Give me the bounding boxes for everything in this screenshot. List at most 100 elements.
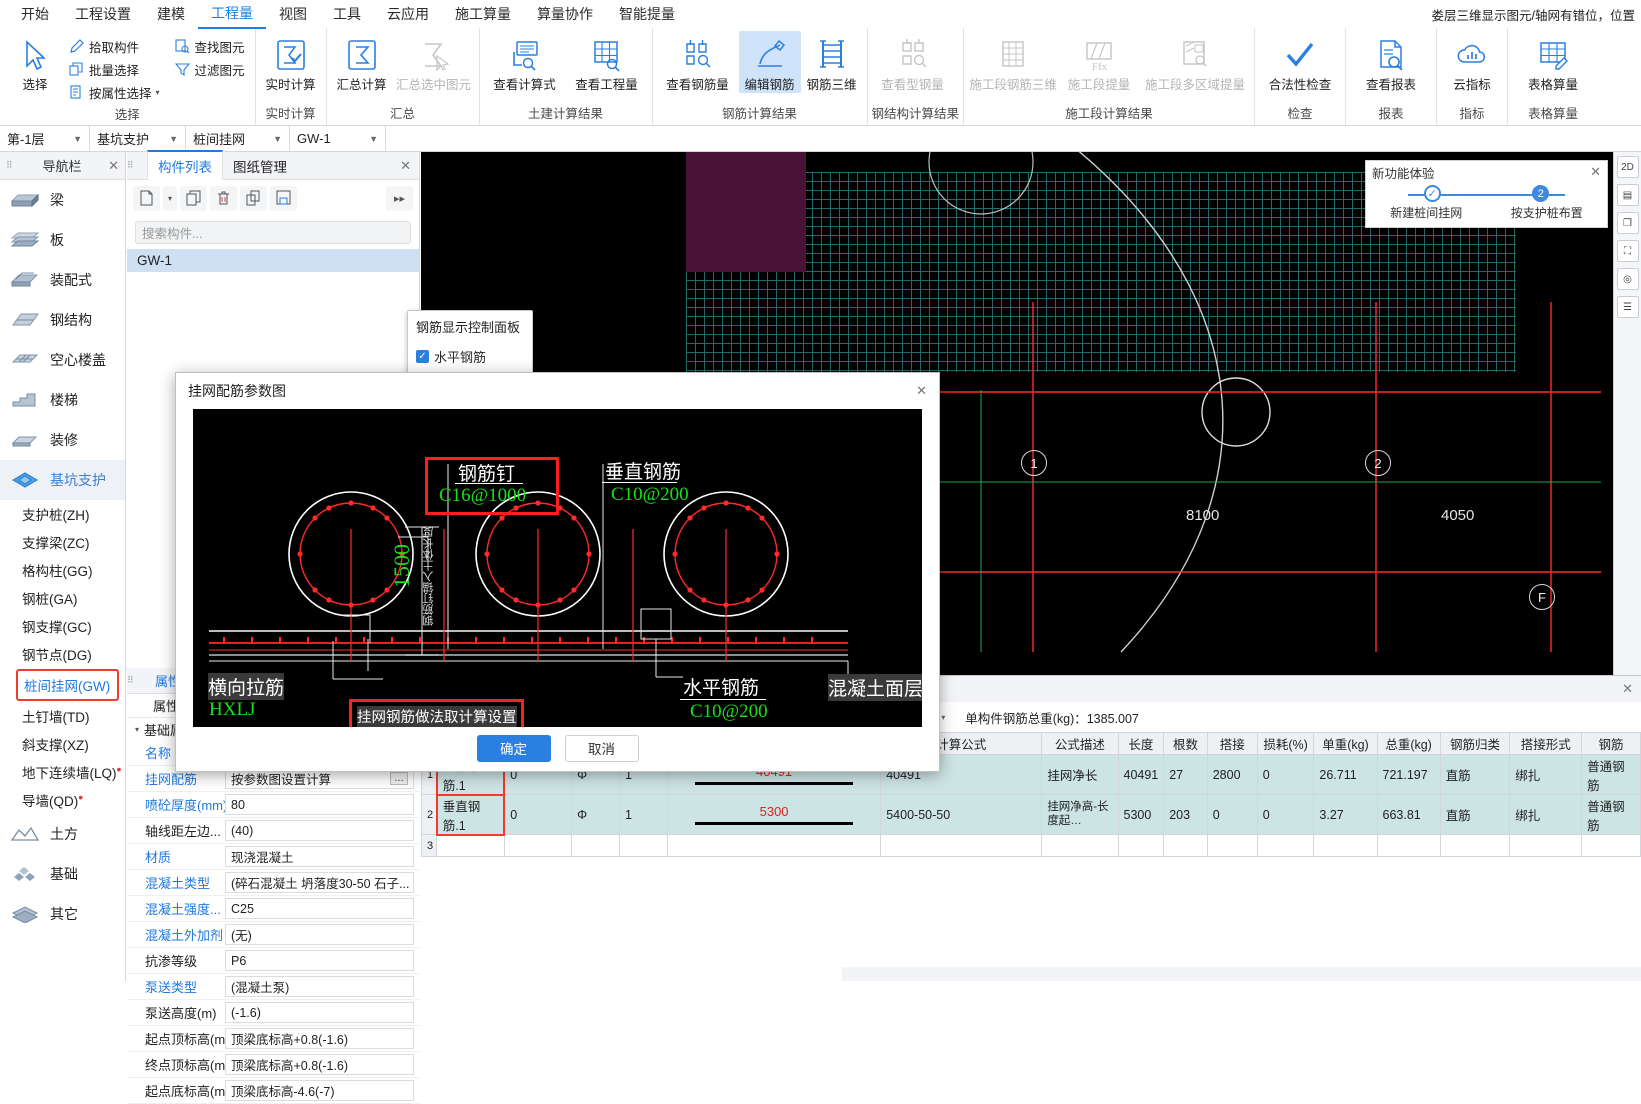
property-value[interactable]: 顶梁底标高-4.6(-7) [225, 1080, 414, 1101]
nav-item-decoration[interactable]: 装修 [0, 420, 125, 460]
cell-empty[interactable] [1206, 834, 1258, 857]
nav-subitem-gw[interactable]: 桩间挂网(GW) [16, 669, 119, 701]
cell-empty[interactable] [1041, 834, 1119, 857]
cell-rebar[interactable]: 普通钢筋 [1581, 754, 1641, 795]
cell-shape-no[interactable]: 1 [619, 794, 668, 835]
nav-item-foundation[interactable]: 基础 [0, 854, 125, 894]
cell-length[interactable]: 40491 [1117, 754, 1165, 795]
cell-empty[interactable] [1163, 834, 1208, 857]
nav-item-slab[interactable]: 板 [0, 220, 125, 260]
list-item[interactable]: GW-1 [127, 249, 419, 272]
property-value[interactable]: (混凝土泵) [225, 976, 414, 997]
col-header-rebar[interactable]: 钢筋 [1581, 732, 1641, 755]
new-component-dropdown[interactable]: ▾ [163, 185, 177, 211]
nav-item-beam[interactable]: 梁 [0, 180, 125, 220]
cell-empty[interactable] [880, 834, 1043, 857]
cell-unit-weight[interactable]: 3.27 [1313, 794, 1378, 835]
cell-empty[interactable] [1376, 834, 1441, 857]
menu-item-collaboration[interactable]: 算量协作 [524, 0, 606, 28]
summary-calc-button[interactable]: 汇总计算 [331, 31, 393, 93]
dock-copy-icon[interactable]: ❐ [1616, 212, 1639, 234]
nav-subitem-zc[interactable]: 支撑梁(ZC) [0, 528, 125, 556]
search-input[interactable]: 搜索构件... [135, 221, 411, 244]
cell-diameter[interactable]: 0 [503, 794, 573, 835]
menu-item-quantity[interactable]: 工程量 [198, 0, 266, 29]
col-header-rebar-class[interactable]: 钢筋归类 [1439, 732, 1511, 755]
nav-item-precast[interactable]: 装配式 [0, 260, 125, 300]
property-row[interactable]: 混凝土类型 (碎石混凝土 坍落度30-50 石子... [127, 870, 420, 896]
cell-rebar[interactable]: 普通钢筋 [1581, 794, 1641, 835]
col-header-total-weight[interactable]: 总重(kg) [1376, 732, 1441, 755]
dock-list-icon[interactable]: ☰ [1616, 296, 1639, 318]
property-row[interactable]: 混凝土强度... C25 [127, 896, 420, 922]
segment-multizone-button[interactable]: 施工段多区域提量 [1140, 31, 1250, 93]
view-report-button[interactable]: 查看报表 [1350, 31, 1432, 93]
summary-selected-button[interactable]: 汇总选中图元 [393, 31, 475, 93]
property-row[interactable]: 混凝土外加剂 (无) [127, 922, 420, 948]
validity-check-button[interactable]: 合法性检查 [1259, 31, 1341, 93]
nav-subitem-td[interactable]: 土钉墙(TD) [0, 702, 125, 730]
nav-item-other[interactable]: 其它 [0, 894, 125, 934]
col-header-lap-form[interactable]: 搭接形式 [1509, 732, 1583, 755]
menu-item-tools[interactable]: 工具 [320, 0, 374, 28]
nav-item-steel-structure[interactable]: 钢结构 [0, 300, 125, 340]
cell-total-weight[interactable]: 663.81 [1376, 794, 1441, 835]
ok-button[interactable]: 确定 [476, 734, 551, 762]
floor-selector[interactable]: 第-1层 ▼ [0, 126, 90, 151]
expand-panel-button[interactable]: ▸▸ [386, 185, 413, 211]
cell-empty[interactable] [619, 834, 668, 857]
cell-empty[interactable] [571, 834, 621, 857]
cell-count[interactable]: 27 [1163, 754, 1208, 795]
menu-item-modeling[interactable]: 建模 [144, 0, 198, 28]
menu-item-project-settings[interactable]: 工程设置 [62, 0, 144, 28]
property-value[interactable]: (碎石混凝土 坍落度30-50 石子... [225, 872, 414, 893]
cell-lap-form[interactable]: 绑扎 [1509, 794, 1583, 835]
property-value[interactable]: 现浇混凝土 [225, 846, 414, 867]
menu-item-construction[interactable]: 施工算量 [442, 0, 524, 28]
nav-subitem-ga[interactable]: 钢桩(GA) [0, 584, 125, 612]
cell-formula[interactable]: 5400-50-50 [880, 794, 1043, 835]
cell-empty[interactable] [1439, 834, 1511, 857]
col-header-count[interactable]: 根数 [1163, 732, 1208, 755]
cell-empty[interactable] [1509, 834, 1583, 857]
cell-empty[interactable] [503, 834, 573, 857]
nav-item-earthwork[interactable]: 土方 [0, 814, 125, 854]
close-icon[interactable]: ✕ [1590, 164, 1601, 180]
property-row[interactable]: 泵送类型 (混凝土泵) [127, 974, 420, 1000]
property-value[interactable]: (-1.6) [225, 1002, 414, 1023]
cell-shape[interactable]: 5300 [666, 794, 882, 835]
col-header-formula-desc[interactable]: 公式描述 [1041, 732, 1119, 755]
cell-rebar-class[interactable]: 直筋 [1439, 794, 1511, 835]
close-icon[interactable]: ✕ [108, 158, 119, 174]
property-row[interactable]: 抗渗等级 P6 [127, 948, 420, 974]
nav-subitem-lq[interactable]: 地下连续墙(LQ)• [0, 758, 125, 786]
nav-subitem-gc[interactable]: 钢支撑(GC) [0, 612, 125, 640]
cell-formula-desc[interactable]: 挂网净长 [1041, 754, 1119, 795]
property-value[interactable]: 80 [225, 794, 414, 815]
col-header-length[interactable]: 长度 [1117, 732, 1165, 755]
view-quantity-button[interactable]: 查看工程量 [566, 31, 648, 93]
close-icon[interactable]: ✕ [1622, 681, 1633, 697]
cell-count[interactable]: 203 [1163, 794, 1208, 835]
edit-rebar-button[interactable]: 编辑钢筋 [738, 31, 801, 93]
cell-empty[interactable] [1313, 834, 1378, 857]
chevron-down-icon[interactable]: ▾ [156, 88, 160, 97]
select-button[interactable]: 选择 [4, 31, 66, 93]
cell-total-weight[interactable]: 721.197 [1376, 754, 1441, 795]
cell-unit-weight[interactable]: 26.711 [1313, 754, 1378, 795]
col-header-unit-weight[interactable]: 单重(kg) [1313, 732, 1378, 755]
category-selector[interactable]: 基坑支护 ▼ [90, 126, 186, 151]
property-row[interactable]: 材质 现浇混凝土 [127, 844, 420, 870]
cell-length[interactable]: 5300 [1117, 794, 1165, 835]
cell-lap-form[interactable]: 绑扎 [1509, 754, 1583, 795]
menu-item-start[interactable]: 开始 [8, 0, 62, 28]
property-value[interactable]: 顶梁底标高+0.8(-1.6) [225, 1054, 414, 1075]
duplicate-component-button[interactable] [240, 185, 267, 211]
view-rebar-qty-button[interactable]: 查看钢筋量 [657, 31, 739, 93]
cell-empty[interactable] [1256, 834, 1315, 857]
delete-component-button[interactable] [210, 185, 237, 211]
new-feature-toast[interactable]: 新功能体验 ✕ ✓ 2 新建桩间挂网 按支护桩布置 [1365, 160, 1608, 228]
property-row[interactable]: 起点底标高(m) 顶梁底标高-4.6(-7) [127, 1078, 420, 1104]
property-value[interactable]: C25 [225, 898, 414, 919]
cell-lap[interactable]: 0 [1206, 794, 1258, 835]
